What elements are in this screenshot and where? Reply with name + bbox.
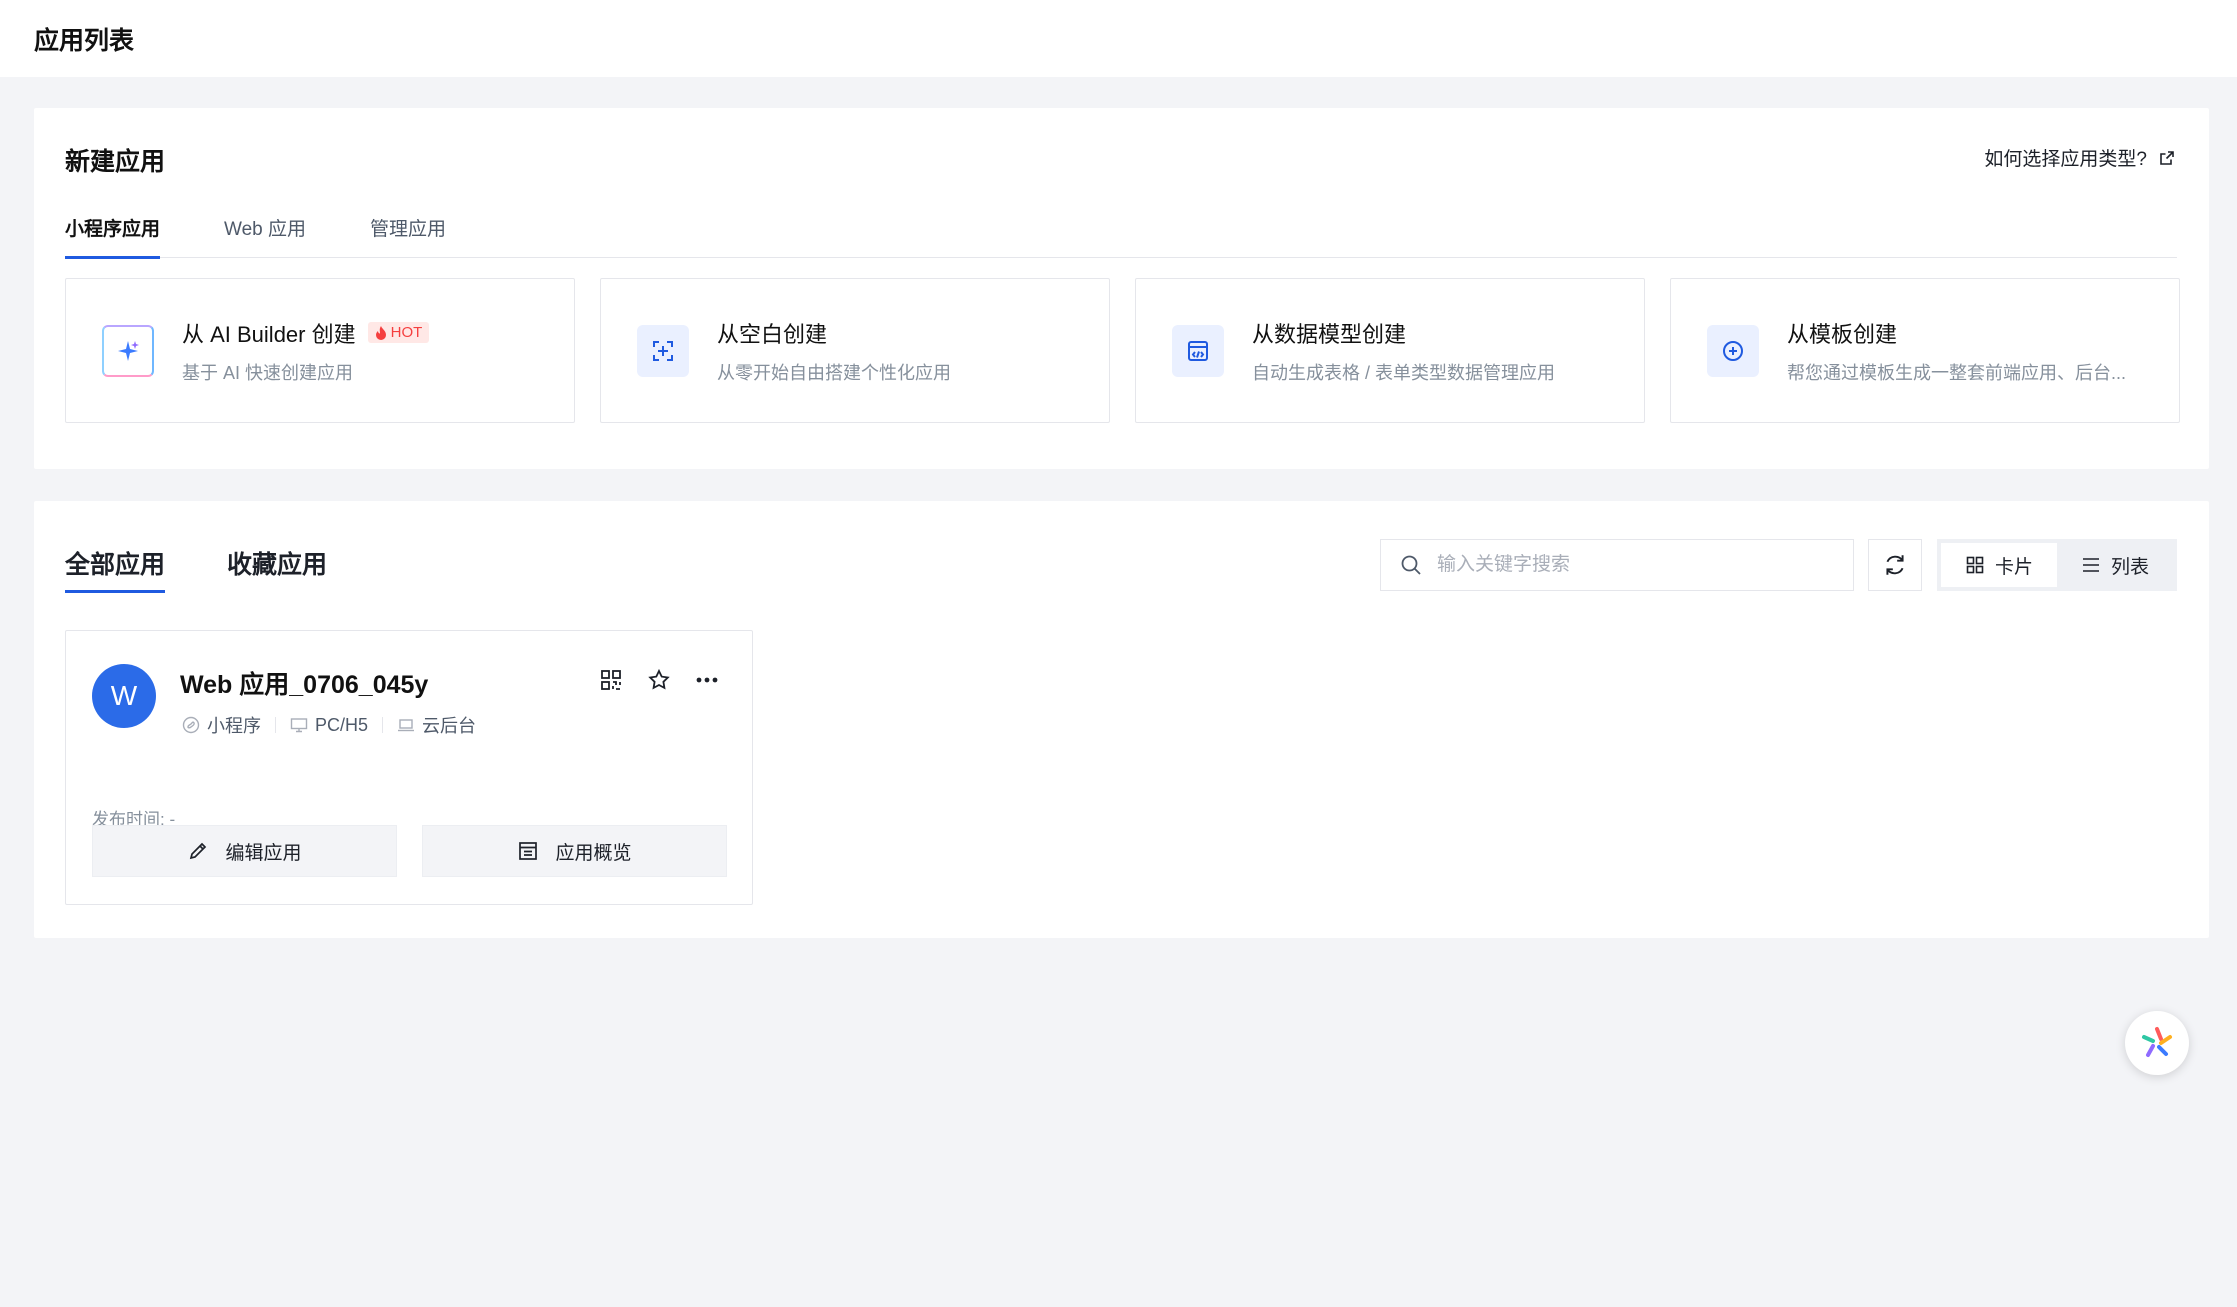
app-overview-button[interactable]: 应用概览	[422, 825, 727, 877]
search-input[interactable]	[1437, 554, 1837, 576]
sparkle-icon	[102, 324, 154, 377]
platform-pc-h5: PC/H5	[290, 715, 368, 736]
template-add-icon	[1707, 324, 1759, 377]
app-card[interactable]: W Web 应用_0706_045y 小程序 PC/H5 云后台 发布时间: -…	[65, 630, 753, 905]
overview-icon	[519, 842, 538, 860]
create-option-desc: 帮您通过模板生成一整套前端应用、后台...	[1787, 362, 2127, 383]
blank-add-icon	[637, 324, 689, 377]
create-option-title: 从模板创建	[1787, 321, 1898, 347]
platform-list: 小程序 PC/H5 云后台	[182, 712, 476, 738]
tab-miniprogram[interactable]: 小程序应用	[65, 200, 161, 259]
create-from-template[interactable]: 从模板创建 帮您通过模板生成一整套前端应用、后台...	[1670, 278, 2180, 423]
app-card-buttons: 编辑应用 应用概览	[92, 825, 727, 877]
tab-web[interactable]: Web 应用	[224, 200, 306, 258]
create-option-title: 从 AI Builder 创建	[182, 321, 356, 347]
more-icon	[696, 677, 718, 683]
apps-panel: 全部应用 收藏应用 卡片 列表 W Web 应用_0706_045y	[34, 501, 2209, 938]
platform-miniprogram: 小程序	[182, 712, 261, 738]
laptop-icon	[398, 719, 415, 732]
page-title: 应用列表	[34, 26, 135, 55]
new-app-title: 新建应用	[65, 148, 166, 176]
miniprogram-icon	[182, 716, 200, 734]
help-link-label: 如何选择应用类型?	[1984, 149, 2147, 170]
qrcode-icon	[601, 670, 621, 690]
create-option-desc: 基于 AI 快速创建应用	[182, 362, 354, 383]
app-actions	[598, 667, 720, 693]
search-icon	[1401, 555, 1421, 575]
create-option-title: 从数据模型创建	[1252, 321, 1407, 347]
avatar: W	[92, 664, 156, 728]
help-link[interactable]: 如何选择应用类型?	[1984, 144, 2175, 171]
divider	[275, 717, 276, 733]
tab-all-apps[interactable]: 全部应用	[65, 545, 166, 593]
create-from-data-model[interactable]: 从数据模型创建 自动生成表格 / 表单类型数据管理应用	[1135, 278, 1645, 423]
monitor-icon	[290, 718, 308, 733]
fire-icon	[375, 325, 386, 340]
assistant-float-button[interactable]	[2125, 1011, 2189, 1075]
qrcode-button[interactable]	[598, 667, 624, 693]
view-list-button[interactable]: 列表	[2057, 543, 2173, 587]
create-option-desc: 从零开始自由搭建个性化应用	[717, 362, 951, 383]
more-button[interactable]	[694, 667, 720, 693]
platform-cloud-admin: 云后台	[397, 712, 476, 738]
star-icon	[648, 668, 670, 690]
app-name: Web 应用_0706_045y	[180, 671, 429, 699]
pencil-icon	[190, 842, 207, 860]
grid-icon	[1966, 556, 1984, 574]
refresh-button[interactable]	[1868, 539, 1922, 591]
assistant-logo-icon	[2142, 1027, 2172, 1057]
search-box	[1380, 539, 1854, 591]
create-option-desc: 自动生成表格 / 表单类型数据管理应用	[1252, 362, 1556, 383]
create-from-ai-builder[interactable]: 从 AI Builder 创建 HOT 基于 AI 快速创建应用	[65, 278, 575, 423]
external-link-icon	[2160, 150, 2174, 165]
refresh-icon	[1886, 555, 1904, 575]
app-type-tabs: 小程序应用 Web 应用 管理应用	[65, 200, 2177, 259]
view-card-button[interactable]: 卡片	[1941, 543, 2057, 587]
divider	[382, 717, 384, 733]
data-model-icon	[1172, 324, 1224, 377]
tab-favorite-apps[interactable]: 收藏应用	[227, 545, 327, 589]
view-card-label: 卡片	[1994, 556, 2033, 578]
list-icon	[2082, 558, 2099, 572]
view-toggle: 卡片 列表	[1937, 539, 2177, 591]
create-options: 从 AI Builder 创建 HOT 基于 AI 快速创建应用 从空白创建 从…	[65, 278, 2180, 423]
edit-app-button[interactable]: 编辑应用	[92, 825, 397, 877]
hot-badge: HOT	[367, 322, 430, 343]
tab-admin[interactable]: 管理应用	[370, 200, 446, 258]
new-app-panel: 新建应用 如何选择应用类型? 小程序应用 Web 应用 管理应用 从 AI Bu…	[34, 108, 2209, 469]
favorite-button[interactable]	[646, 667, 672, 693]
create-option-title: 从空白创建	[717, 321, 828, 347]
create-from-blank[interactable]: 从空白创建 从零开始自由搭建个性化应用	[600, 278, 1110, 423]
view-list-label: 列表	[2110, 556, 2149, 578]
app-list-tabs: 全部应用 收藏应用	[65, 545, 327, 593]
top-bar: 应用列表	[0, 0, 2237, 77]
